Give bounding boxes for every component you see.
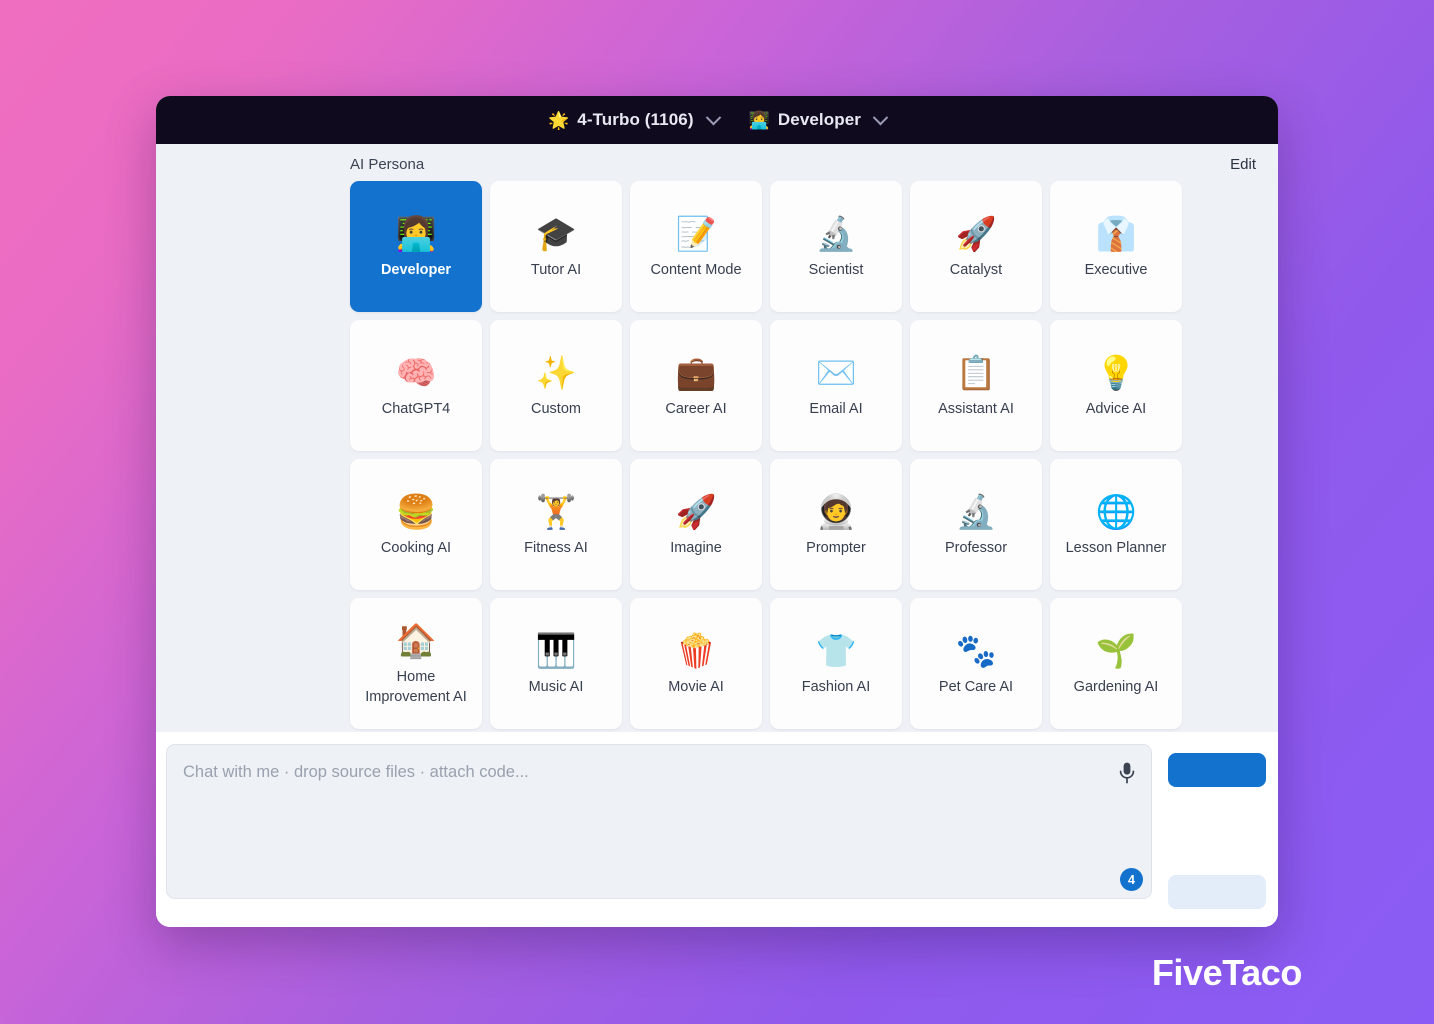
globe-meridians-icon: 🌐	[1095, 493, 1137, 531]
persona-label: Developer	[777, 110, 861, 129]
persona-card-cooking-ai[interactable]: 🍔 Cooking AI	[350, 459, 482, 590]
persona-card-label: Gardening AI	[1073, 678, 1159, 695]
persona-card-label: Cooking AI	[380, 539, 452, 556]
persona-card-label: Catalyst	[949, 261, 1003, 278]
persona-card-developer[interactable]: 👩‍💻 Developer	[350, 181, 482, 312]
piano-icon: 🎹	[535, 632, 577, 670]
persona-card-movie-ai[interactable]: 🍿 Movie AI	[630, 598, 762, 729]
persona-card-tutor-ai[interactable]: 🎓 Tutor AI	[490, 181, 622, 312]
memo-pencil-icon: 📝	[675, 215, 717, 253]
app-window: 🌟 4-Turbo (1106) 👩‍💻 Developer AI Person…	[156, 96, 1278, 927]
person-laptop-icon: 👩‍💻	[395, 215, 437, 253]
edit-button[interactable]: Edit	[1230, 156, 1256, 173]
microscope-icon: 🔬	[955, 493, 997, 531]
clipboard-icon: 📋	[955, 354, 997, 392]
graduation-cap-icon: 🎓	[535, 215, 577, 253]
persona-card-custom[interactable]: ✨ Custom	[490, 320, 622, 451]
persona-card-music-ai[interactable]: 🎹 Music AI	[490, 598, 622, 729]
persona-card-label: ChatGPT4	[381, 400, 451, 417]
model-star-icon: 🌟	[547, 110, 570, 130]
necktie-icon: 👔	[1095, 215, 1137, 253]
persona-card-label: Career AI	[665, 400, 727, 417]
chevron-down-icon	[705, 109, 721, 125]
persona-card-pet-care-ai[interactable]: 🐾 Pet Care AI	[910, 598, 1042, 729]
persona-card-career-ai[interactable]: 💼 Career AI	[630, 320, 762, 451]
popcorn-icon: 🍿	[675, 632, 717, 670]
paw-prints-icon: 🐾	[955, 632, 997, 670]
persona-card-label: Scientist	[808, 261, 864, 278]
fivetaco-watermark: FiveTaco	[1151, 952, 1303, 993]
persona-card-assistant-ai[interactable]: 📋 Assistant AI	[910, 320, 1042, 451]
persona-card-fashion-ai[interactable]: 👕 Fashion AI	[770, 598, 902, 729]
envelope-icon: ✉️	[815, 354, 857, 392]
weightlifter-icon: 🏋️	[535, 493, 577, 531]
persona-panel: AI Persona Edit 👩‍💻 Developer 🎓 Tutor AI 📝 Co…	[156, 144, 1278, 732]
persona-card-label: Custom	[531, 400, 581, 417]
persona-card-label: Movie AI	[668, 678, 724, 695]
persona-card-label: Assistant AI	[938, 400, 1014, 417]
page-title: AI Persona	[350, 156, 425, 173]
rocket-icon: 🚀	[675, 493, 717, 531]
persona-card-catalyst[interactable]: 🚀 Catalyst	[910, 181, 1042, 312]
persona-card-label: Imagine	[670, 539, 722, 556]
secondary-action-button[interactable]	[1168, 875, 1266, 909]
hamburger-icon: 🍔	[395, 493, 437, 531]
seedling-icon: 🌱	[1095, 632, 1137, 670]
persona-card-scientist[interactable]: 🔬 Scientist	[770, 181, 902, 312]
persona-grid: 👩‍💻 Developer 🎓 Tutor AI 📝 Content Mode 🔬 Scien…	[350, 181, 1182, 729]
persona-card-label: Prompter	[806, 539, 866, 556]
persona-card-label: Tutor AI	[530, 261, 582, 278]
briefcase-icon: 💼	[675, 354, 717, 392]
persona-card-fitness-ai[interactable]: 🏋️ Fitness AI	[490, 459, 622, 590]
persona-card-advice-ai[interactable]: 💡 Advice AI	[1050, 320, 1182, 451]
lightbulb-icon: 💡	[1095, 354, 1137, 392]
persona-card-label: Email AI	[809, 400, 863, 417]
tshirt-icon: 👕	[815, 632, 857, 670]
brain-icon: 🧠	[395, 354, 437, 392]
persona-card-executive[interactable]: 👔 Executive	[1050, 181, 1182, 312]
persona-card-label: Pet Care AI	[938, 678, 1014, 695]
persona-card-label: Advice AI	[1085, 400, 1147, 417]
persona-card-email-ai[interactable]: ✉️ Email AI	[770, 320, 902, 451]
send-button[interactable]	[1168, 753, 1266, 787]
rocket-icon: 🚀	[955, 215, 997, 253]
persona-card-label: Fashion AI	[801, 678, 871, 695]
microscope-icon: 🔬	[815, 215, 857, 253]
persona-card-label: Fitness AI	[524, 539, 588, 556]
microphone-icon[interactable]	[1119, 762, 1135, 784]
persona-card-label: Home Improvement AI	[365, 668, 467, 705]
persona-card-label: Executive	[1084, 261, 1148, 278]
model-selector[interactable]: 🌟 4-Turbo (1106)	[547, 109, 721, 130]
persona-card-lesson-planner[interactable]: 🌐 Lesson Planner	[1050, 459, 1182, 590]
composer-actions	[1168, 744, 1266, 909]
persona-card-label: Lesson Planner	[1065, 539, 1167, 556]
persona-panel-header: AI Persona Edit	[156, 144, 1278, 181]
persona-card-label: Music AI	[528, 678, 584, 695]
status-badge[interactable]: 4	[1120, 868, 1143, 891]
model-label: 4-Turbo (1106)	[577, 110, 694, 129]
persona-card-imagine[interactable]: 🚀 Imagine	[630, 459, 762, 590]
composer: Chat with me · drop source files · attac…	[156, 732, 1278, 927]
persona-card-label: Content Mode	[650, 261, 742, 278]
persona-card-content-mode[interactable]: 📝 Content Mode	[630, 181, 762, 312]
persona-card-prompter[interactable]: 🧑‍🚀 Prompter	[770, 459, 902, 590]
persona-card-home-improvement-ai[interactable]: 🏠 Home Improvement AI	[350, 598, 482, 729]
chat-input[interactable]: Chat with me · drop source files · attac…	[166, 744, 1152, 899]
persona-card-label: Professor	[944, 539, 1008, 556]
title-bar: 🌟 4-Turbo (1106) 👩‍💻 Developer	[156, 96, 1278, 144]
sparkles-icon: ✨	[535, 354, 577, 392]
persona-grid-scroll[interactable]: 👩‍💻 Developer 🎓 Tutor AI 📝 Content Mode 🔬 Scien…	[156, 181, 1278, 732]
house-icon: 🏠	[395, 622, 437, 660]
persona-card-professor[interactable]: 🔬 Professor	[910, 459, 1042, 590]
persona-selector[interactable]: 👩‍💻 Developer	[748, 109, 889, 130]
astronaut-icon: 🧑‍🚀	[815, 493, 857, 531]
persona-card-label: Developer	[380, 261, 452, 278]
persona-card-gardening-ai[interactable]: 🌱 Gardening AI	[1050, 598, 1182, 729]
persona-card-chatgpt4[interactable]: 🧠 ChatGPT4	[350, 320, 482, 451]
person-laptop-icon: 👩‍💻	[748, 110, 770, 130]
chat-input-placeholder: Chat with me · drop source files · attac…	[183, 763, 529, 781]
chevron-down-icon	[872, 109, 889, 125]
